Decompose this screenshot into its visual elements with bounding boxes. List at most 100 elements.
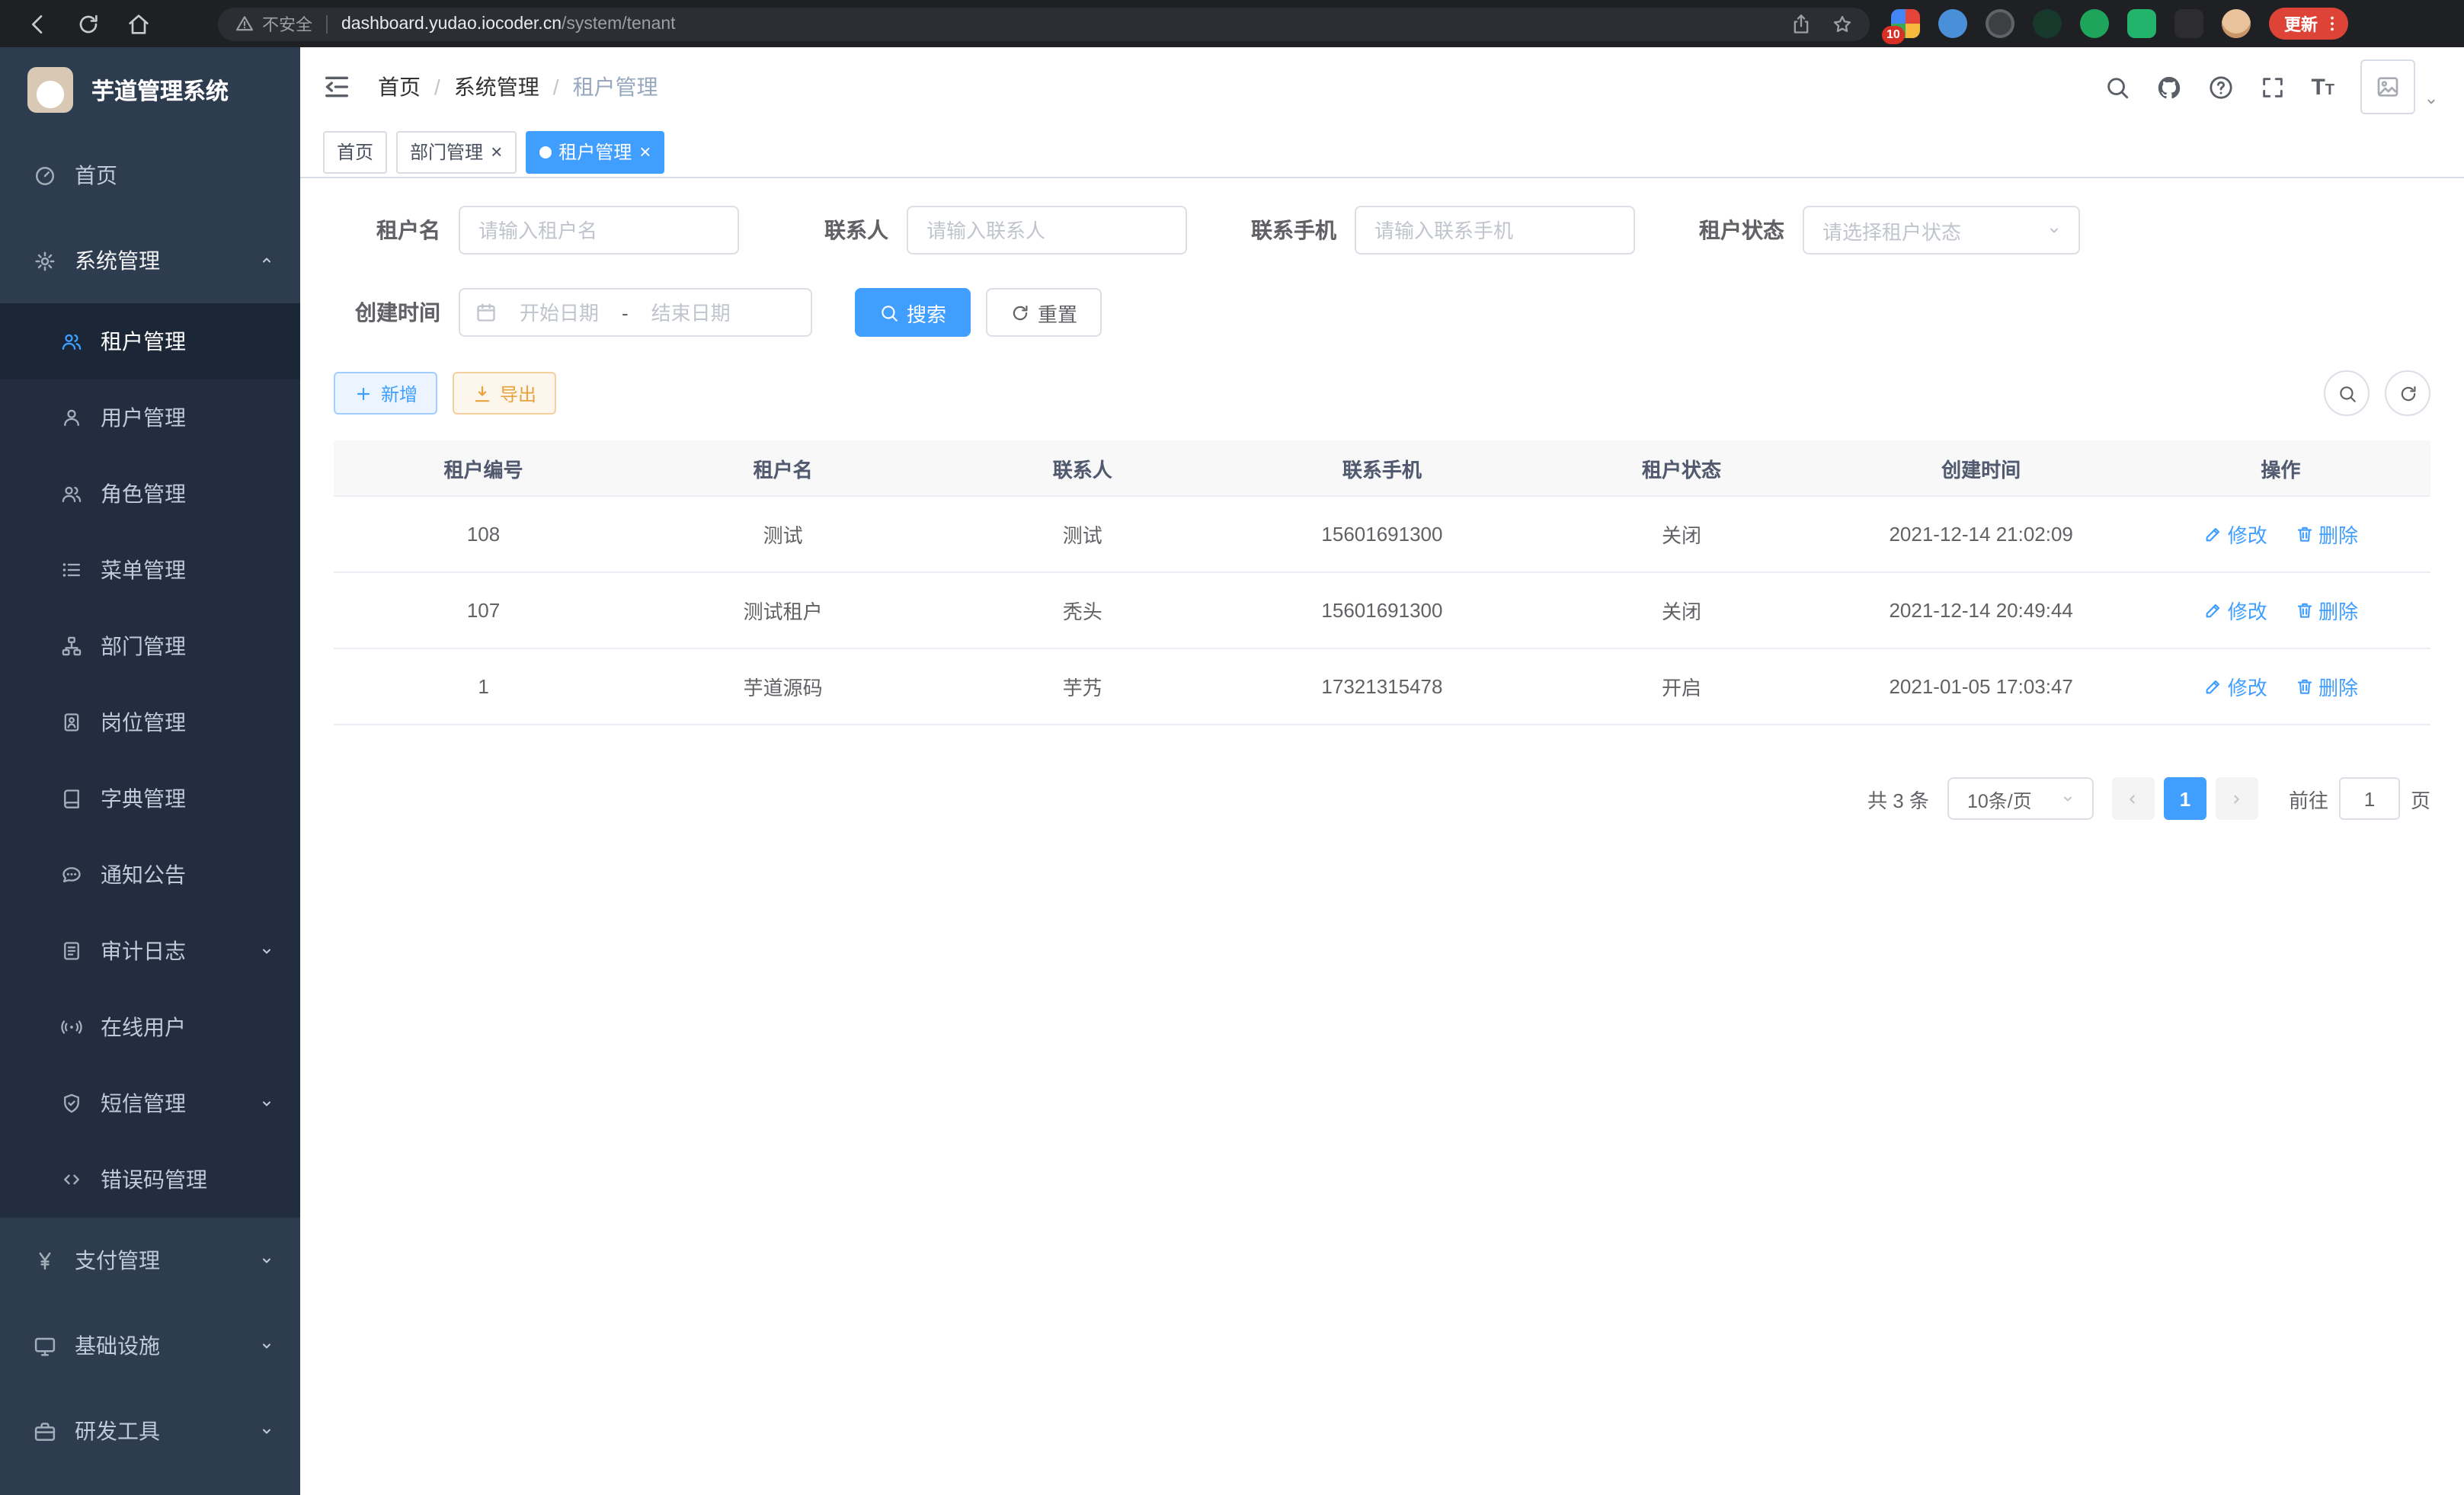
sidebar-item-label: 支付管理 [75,1245,258,1276]
sidebar-item-audit-log[interactable]: 审计日志 [0,913,300,989]
fullscreen-icon[interactable] [2259,74,2285,100]
sidebar-item-label: 系统管理 [75,245,258,276]
extension-icon[interactable] [2080,9,2109,38]
url-text[interactable]: dashboard.yudao.iocoder.cn/system/tenant [341,14,1771,33]
browser-menu-dots-icon[interactable] [2322,14,2342,34]
tab-tenant[interactable]: 租户管理 × [525,130,664,173]
edit-link[interactable]: 修改 [2203,596,2267,625]
sidebar-item-sms[interactable]: 短信管理 [0,1065,300,1141]
sidebar-item-system[interactable]: 系统管理 [0,218,300,303]
sidebar-item-dict[interactable]: 字典管理 [0,760,300,837]
bookmark-star-icon[interactable] [1832,13,1853,34]
refresh-table-button[interactable] [2385,370,2430,416]
goto-page-input[interactable] [2339,777,2400,820]
search-button[interactable]: 搜索 [855,288,971,337]
trash-icon [2294,677,2314,696]
security-label[interactable]: 不安全 [262,11,312,36]
next-page-button[interactable] [2216,777,2258,820]
github-icon[interactable] [2155,74,2181,100]
extension-icon[interactable] [2174,9,2203,38]
cell-created: 2021-12-14 21:02:09 [1832,496,2131,572]
close-icon[interactable]: × [639,142,651,162]
end-date-input[interactable] [636,301,746,324]
page-size-value: 10条/页 [1967,784,2059,813]
reload-icon[interactable] [76,11,101,36]
update-label: 更新 [2284,11,2318,36]
filter-tenant-name: 租户名 [334,206,739,255]
screen: 不安全 dashboard.yudao.iocoder.cn/system/te… [0,0,2464,1495]
reset-button[interactable]: 重置 [986,288,1102,337]
url-bar[interactable]: 不安全 dashboard.yudao.iocoder.cn/system/te… [218,7,1870,40]
chrome-update-button[interactable]: 更新 [2269,8,2348,40]
breadcrumb-system[interactable]: 系统管理 [454,72,539,102]
back-icon[interactable] [26,11,50,36]
sidebar-item-home[interactable]: 首页 [0,133,300,218]
chevron-down-icon [258,1251,276,1269]
extension-icon[interactable] [1938,9,1967,38]
extension-icon[interactable] [1986,9,2014,38]
browser-nav-buttons [26,11,151,36]
sidebar-item-role[interactable]: 角色管理 [0,456,300,532]
cell-created: 2021-01-05 17:03:47 [1832,648,2131,725]
toggle-search-button[interactable] [2324,370,2370,416]
button-label: 新增 [381,380,418,406]
tab-home[interactable]: 首页 [323,130,387,173]
extension-icon[interactable] [2127,9,2156,38]
chevron-down-icon [258,1094,276,1112]
sidebar-item-online-user[interactable]: 在线用户 [0,989,300,1065]
table-tools [2324,370,2430,416]
sidebar-item-error-code[interactable]: 错误码管理 [0,1141,300,1218]
sidebar-item-notice[interactable]: 通知公告 [0,837,300,913]
sidebar-item-dept[interactable]: 部门管理 [0,608,300,684]
collapse-sidebar-icon[interactable] [322,72,352,102]
delete-link[interactable]: 删除 [2294,596,2358,625]
home-icon[interactable] [126,11,151,36]
breadcrumb-separator: / [434,75,440,99]
page-number-button[interactable]: 1 [2164,777,2206,820]
edit-link[interactable]: 修改 [2203,520,2267,549]
start-date-input[interactable] [504,301,614,324]
date-range-picker[interactable]: - [459,288,812,337]
sidebar-item-payment[interactable]: 支付管理 [0,1218,300,1303]
column-header: 租户编号 [334,440,633,496]
export-button[interactable]: 导出 [453,372,556,415]
edit-link[interactable]: 修改 [2203,672,2267,701]
not-secure-warning-icon[interactable] [235,14,254,34]
user-menu[interactable] [2360,59,2440,114]
help-icon[interactable] [2207,74,2233,100]
sidebar-item-menu[interactable]: 菜单管理 [0,532,300,608]
breadcrumb-home[interactable]: 首页 [378,72,421,102]
url-bar-divider [326,14,328,33]
extension-icon[interactable]: 10 [1891,9,1920,38]
sidebar-item-user[interactable]: 用户管理 [0,379,300,456]
profile-avatar-icon[interactable] [2222,9,2251,38]
goto-prefix-label: 前往 [2289,784,2328,813]
page-size-select[interactable]: 10条/页 [1947,777,2094,820]
delete-link[interactable]: 删除 [2294,672,2358,701]
sidebar-item-tenant[interactable]: 租户管理 [0,303,300,379]
add-button[interactable]: 新增 [334,372,437,415]
prev-page-button[interactable] [2112,777,2155,820]
chevron-down-icon [258,1337,276,1355]
cell-tenant-id: 1 [334,648,633,725]
close-icon[interactable]: × [491,142,502,162]
status-select[interactable]: 请选择租户状态 [1803,206,2080,255]
avatar[interactable] [2360,59,2415,114]
app-logo[interactable]: 芋道管理系统 [0,47,300,133]
table-toolbar: 新增 导出 [334,370,2430,416]
font-size-icon[interactable]: TT [2311,75,2334,98]
share-icon[interactable] [1790,13,1812,34]
tab-dept[interactable]: 部门管理 × [396,130,516,173]
contact-input[interactable] [907,206,1187,255]
sidebar-item-dev-tools[interactable]: 研发工具 [0,1388,300,1474]
total-count: 共 3 条 [1867,784,1929,813]
sidebar-item-label: 角色管理 [101,479,276,509]
delete-link[interactable]: 删除 [2294,520,2358,549]
sidebar-item-post[interactable]: 岗位管理 [0,684,300,760]
sidebar-item-infra[interactable]: 基础设施 [0,1303,300,1388]
phone-input[interactable] [1355,206,1635,255]
column-header: 租户状态 [1532,440,1832,496]
tenant-name-input[interactable] [459,206,739,255]
extension-icon[interactable] [2033,9,2062,38]
search-icon[interactable] [2104,74,2130,100]
